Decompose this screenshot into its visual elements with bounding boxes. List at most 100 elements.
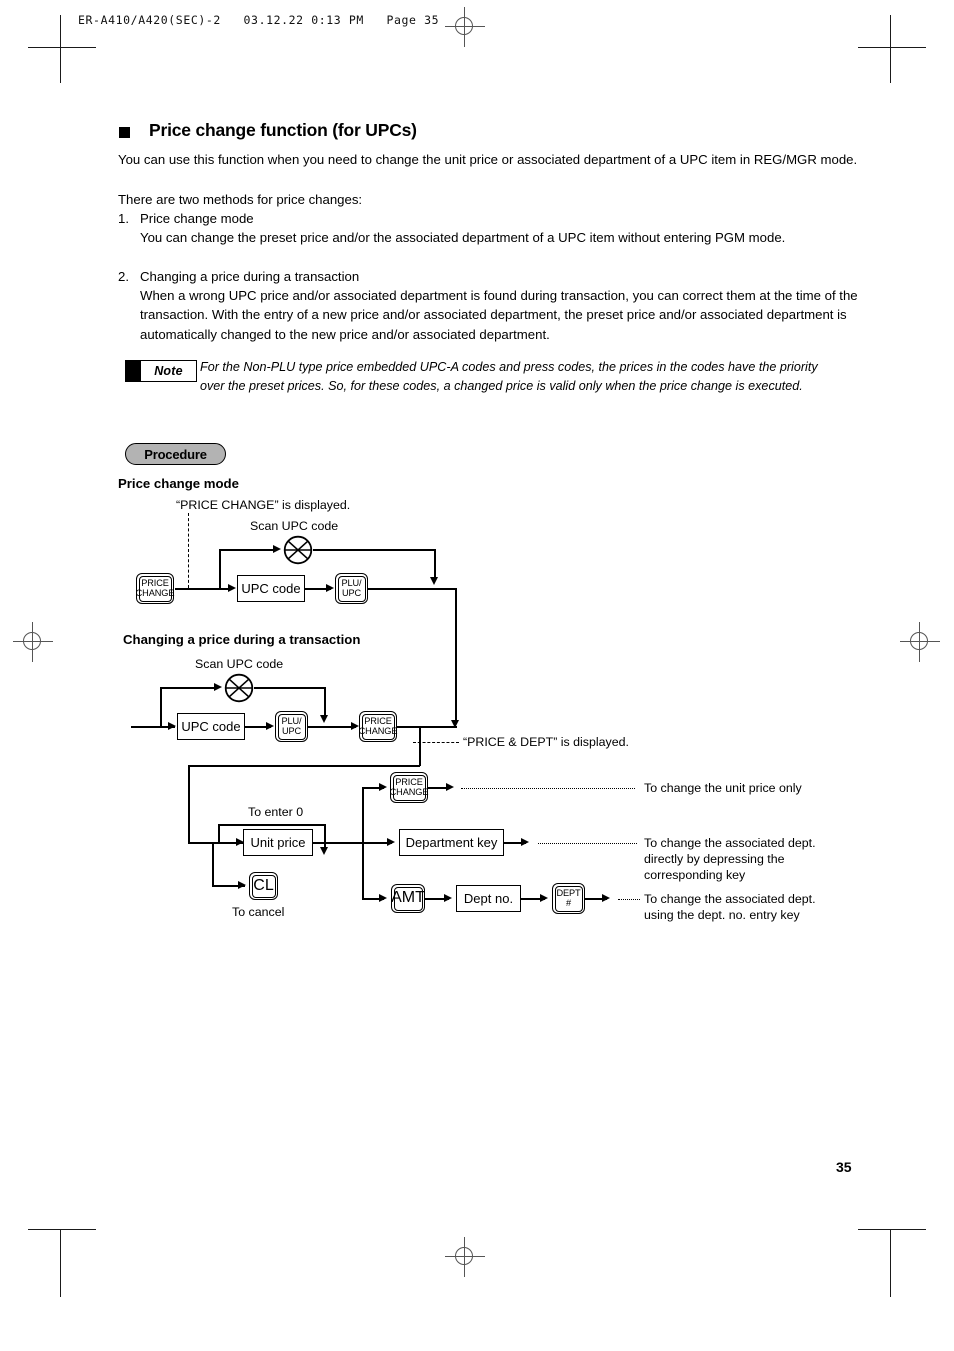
flow1-plu-upc-key[interactable]: PLU/ UPC: [335, 573, 368, 604]
flow3-row1-dotted-connector: [461, 788, 635, 789]
flow3-row3-out-arrow: [602, 894, 610, 902]
flow1-scan-out-arrow: [430, 577, 438, 585]
registration-mark-top: [445, 7, 485, 47]
flow3-trunk-to-unitprice: [188, 842, 243, 844]
flow1-upc-code-box[interactable]: UPC code: [237, 575, 305, 602]
flow3-row3-arrow: [379, 894, 387, 902]
flow2-scan-upc-icon: [224, 673, 254, 703]
flow1-arrow-to-scan: [273, 545, 281, 553]
crop-mark-top-left-v: [60, 15, 61, 83]
crop-mark-bottom-left-v: [60, 1229, 61, 1297]
flow2-merge-left: [188, 765, 420, 767]
flow3-row2-out-arrow: [521, 838, 529, 846]
flow3-department-key-box[interactable]: Department key: [399, 829, 504, 856]
intro-paragraph: You can use this function when you need …: [118, 152, 858, 167]
flow1-display-note: “PRICE CHANGE” is displayed.: [176, 498, 351, 512]
flow2-scan-label: Scan UPC code: [195, 657, 284, 671]
flow3-row3-result: To change the associated dept. using the…: [644, 892, 816, 922]
page-title: Price change function (for UPCs): [149, 120, 417, 140]
flow1-plu-out-v: [455, 588, 457, 723]
flow3-amt-key-label: AMT: [391, 889, 425, 907]
flow1-plu-out-h: [368, 588, 457, 590]
crop-mark-top-right-h: [858, 47, 926, 48]
document-header-code: ER-A410/A420(SEC)-2 03.12.22 0:13 PM Pag…: [78, 13, 440, 27]
flow3-dept-no-box[interactable]: Dept no.: [456, 885, 521, 912]
page-number: 35: [836, 1159, 852, 1175]
flow2-arrow-to-scan: [214, 683, 222, 691]
flow1-scan-out-h: [313, 549, 435, 551]
flow3-bypass-arrow: [320, 847, 328, 855]
registration-mark-right: [900, 622, 940, 662]
flow3-bypass-h: [218, 824, 325, 826]
registration-mark-bottom: [445, 1237, 485, 1277]
flow1-price-change-key[interactable]: PRICE CHANGE: [136, 573, 174, 604]
flow3-row3-dotted-connector: [618, 899, 640, 900]
flow3-unit-price-label: Unit price: [250, 835, 306, 850]
flow3-cl-arrow: [238, 881, 246, 889]
flow2-scan-out-arrow: [320, 715, 328, 723]
flow3-dept-hash-key-line2: #: [565, 897, 571, 908]
flow2-plu-upc-key-line2: UPC: [281, 725, 302, 736]
list-item-2-body: When a wrong UPC price and/or associated…: [140, 288, 858, 342]
list-item-2-number: 2.: [118, 269, 129, 284]
crop-mark-bottom-right-h: [858, 1229, 926, 1230]
crop-mark-top-left-h: [28, 47, 96, 48]
list-item-1-heading: Price change mode: [140, 211, 254, 226]
note-badge-marker-icon: [126, 361, 141, 381]
flow1-heading: Price change mode: [118, 476, 239, 491]
list-item-2: Changing a price during a transaction Wh…: [140, 267, 858, 344]
flow2-line-plu-to-pc: [308, 726, 356, 728]
flow1-display-dashed-connector: [188, 513, 189, 588]
note-badge-label: Note: [154, 364, 183, 378]
flow1-line-key-to-upc: [175, 588, 230, 590]
flow3-department-key-label: Department key: [405, 835, 498, 850]
flow2-upc-code-box[interactable]: UPC code: [177, 713, 245, 740]
flow2-scan-out-v: [324, 687, 326, 717]
flow1-upc-code-label: UPC code: [241, 581, 301, 596]
flow2-scan-out-h: [254, 687, 325, 689]
list-item-1: Price change mode You can change the pre…: [140, 209, 858, 247]
flow2-price-change-key[interactable]: PRICE CHANGE: [359, 711, 397, 742]
flow3-row2-dotted-connector: [538, 843, 637, 844]
flow3-row2-result: To change the associated dept. directly …: [644, 836, 816, 882]
flow1-branch-vertical: [219, 550, 221, 589]
flow3-price-change-key[interactable]: PRICE CHANGE: [390, 772, 428, 803]
flow3-cl-key-label: CL: [253, 876, 274, 894]
flow2-arrow-to-plu: [266, 722, 274, 730]
flow3-price-change-key-line2: CHANGE: [389, 786, 429, 797]
flow2-entry-arrow: [168, 722, 176, 730]
note-text: For the Non-PLU type price embedded UPC-…: [200, 360, 818, 393]
flow1-scan-out-v: [434, 549, 436, 579]
flow3-row1-arrow: [379, 783, 387, 791]
note-badge: Note: [125, 360, 197, 382]
list-item-2-heading: Changing a price during a transaction: [140, 269, 360, 284]
flow3-unit-price-box[interactable]: Unit price: [243, 829, 313, 856]
flow2-display-note: “PRICE & DEPT” is displayed.: [463, 735, 629, 749]
registration-mark-left: [13, 622, 53, 662]
flow3-enter-zero-label: To enter 0: [248, 805, 304, 819]
flow2-merge-down: [419, 726, 421, 766]
procedure-badge: Procedure: [125, 443, 226, 465]
crop-mark-top-right-v: [890, 15, 891, 83]
flow1-price-change-key-line2: CHANGE: [135, 587, 175, 598]
flow3-dept-no-label: Dept no.: [463, 891, 514, 906]
flow2-upc-code-label: UPC code: [181, 719, 241, 734]
flow3-dept-hash-key[interactable]: DEPT #: [552, 883, 585, 914]
flow3-amt-to-deptno-arrow: [444, 894, 452, 902]
flow2-branch-vertical: [160, 688, 162, 727]
flow3-cl-key[interactable]: CL: [249, 872, 278, 900]
flow3-trunk-vertical: [188, 765, 190, 843]
list-item-1-number: 1.: [118, 211, 129, 226]
flow3-unitprice-out-h: [313, 842, 363, 844]
list-item-1-body: You can change the preset price and/or t…: [140, 230, 786, 246]
flow3-cl-branch-v: [212, 842, 214, 886]
flow1-arrow-to-plu: [326, 584, 334, 592]
flow1-plu-upc-key-line2: UPC: [341, 587, 362, 598]
flow3-bypass-left-v: [218, 825, 220, 843]
flow1-branch-to-scan: [219, 549, 276, 551]
flow3-row1-out-arrow: [446, 783, 454, 791]
crop-mark-bottom-left-h: [28, 1229, 96, 1230]
flow3-amt-key[interactable]: AMT: [391, 884, 425, 913]
flow2-plu-upc-key[interactable]: PLU/ UPC: [275, 711, 308, 742]
flow1-arrow-to-upc: [228, 584, 236, 592]
